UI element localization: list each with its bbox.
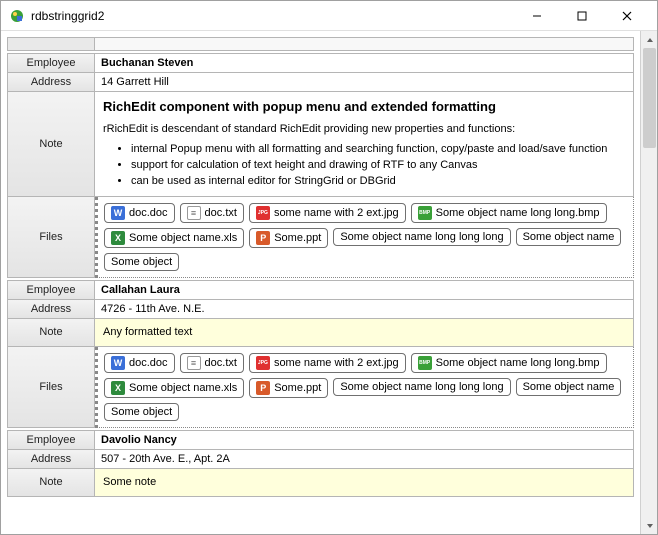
file-chip[interactable]: Some object name bbox=[516, 378, 622, 396]
file-name: Some object bbox=[111, 256, 172, 268]
file-name: Some object name long long.bmp bbox=[436, 357, 600, 369]
file-name: doc.txt bbox=[205, 357, 237, 369]
file-chip[interactable]: BMP Some object name long long.bmp bbox=[411, 203, 607, 223]
doc-file-icon: W bbox=[111, 206, 125, 220]
record: EmployeeCallahan LauraAddress4726 - 11th… bbox=[7, 280, 634, 428]
file-name: doc.txt bbox=[205, 207, 237, 219]
jpg-file-icon: JPG bbox=[256, 206, 270, 220]
file-chip[interactable]: X Some object name.xls bbox=[104, 378, 244, 398]
scroll-up-arrow[interactable] bbox=[641, 31, 657, 48]
vertical-scrollbar[interactable] bbox=[640, 31, 657, 534]
bmp-file-icon: BMP bbox=[418, 206, 432, 220]
file-chip[interactable]: JPG some name with 2 ext.jpg bbox=[249, 353, 406, 373]
record: EmployeeBuchanan StevenAddress14 Garrett… bbox=[7, 53, 634, 278]
file-chip[interactable]: Some object bbox=[104, 253, 179, 271]
txt-file-icon: ≡ bbox=[187, 356, 201, 370]
file-chip[interactable]: JPG some name with 2 ext.jpg bbox=[249, 203, 406, 223]
minimize-button[interactable] bbox=[514, 1, 559, 30]
file-chip[interactable]: Some object name long long long bbox=[333, 228, 510, 246]
xls-file-icon: X bbox=[111, 231, 125, 245]
note-paragraph: rRichEdit is descendant of standard Rich… bbox=[103, 122, 515, 137]
file-chip[interactable]: Wdoc.doc bbox=[104, 203, 175, 223]
maximize-button[interactable] bbox=[559, 1, 604, 30]
window-controls bbox=[514, 1, 649, 30]
file-chip[interactable]: P Some.ppt bbox=[249, 378, 328, 398]
file-chip[interactable]: ≡ doc.txt bbox=[180, 203, 244, 223]
address-value[interactable]: 507 - 20th Ave. E., Apt. 2A bbox=[95, 450, 634, 469]
file-name: Some object name long long.bmp bbox=[436, 207, 600, 219]
ppt-file-icon: P bbox=[256, 231, 270, 245]
files-label: Files bbox=[7, 197, 95, 278]
file-name: Some object name.xls bbox=[129, 232, 237, 244]
file-name: doc.doc bbox=[129, 357, 168, 369]
address-value[interactable]: 4726 - 11th Ave. N.E. bbox=[95, 300, 634, 319]
file-name: Some object name long long long bbox=[340, 231, 503, 243]
file-chip[interactable]: P Some.ppt bbox=[249, 228, 328, 248]
spacer-label bbox=[7, 37, 95, 51]
file-name: doc.doc bbox=[129, 207, 168, 219]
file-name: some name with 2 ext.jpg bbox=[274, 207, 399, 219]
client-area: EmployeeBuchanan StevenAddress14 Garrett… bbox=[1, 31, 657, 534]
employee-value[interactable]: Davolio Nancy bbox=[95, 430, 634, 450]
file-name: Some object name bbox=[523, 231, 615, 243]
note-text: Some note bbox=[103, 475, 156, 490]
txt-file-icon: ≡ bbox=[187, 206, 201, 220]
file-name: Some object bbox=[111, 406, 172, 418]
xls-file-icon: X bbox=[111, 381, 125, 395]
doc-file-icon: W bbox=[111, 356, 125, 370]
file-chip[interactable]: ≡ doc.txt bbox=[180, 353, 244, 373]
address-label: Address bbox=[7, 73, 95, 92]
note-bullet: support for calculation of text height a… bbox=[131, 158, 607, 173]
jpg-file-icon: JPG bbox=[256, 356, 270, 370]
file-name: Some object name bbox=[523, 381, 615, 393]
record: EmployeeDavolio NancyAddress507 - 20th A… bbox=[7, 430, 634, 497]
note-label: Note bbox=[7, 319, 95, 347]
scroll-thumb[interactable] bbox=[643, 48, 656, 148]
close-button[interactable] bbox=[604, 1, 649, 30]
file-name: Some.ppt bbox=[274, 232, 321, 244]
note-text: Any formatted text bbox=[103, 325, 192, 340]
employee-label: Employee bbox=[7, 280, 95, 300]
grid-content: EmployeeBuchanan StevenAddress14 Garrett… bbox=[1, 31, 640, 534]
file-chip[interactable]: Some object name bbox=[516, 228, 622, 246]
note-label: Note bbox=[7, 469, 95, 497]
ppt-file-icon: P bbox=[256, 381, 270, 395]
app-window: rdbstringgrid2 EmployeeBuchanan StevenAd… bbox=[0, 0, 658, 535]
employee-label: Employee bbox=[7, 430, 95, 450]
address-label: Address bbox=[7, 300, 95, 319]
file-name: Some object name.xls bbox=[129, 382, 237, 394]
scroll-down-arrow[interactable] bbox=[641, 517, 657, 534]
address-value[interactable]: 14 Garrett Hill bbox=[95, 73, 634, 92]
files-value[interactable]: Wdoc.doc ≡ doc.txt JPG some name with 2 ext.… bbox=[95, 347, 634, 428]
note-value[interactable]: Any formatted text bbox=[95, 319, 634, 347]
file-chip[interactable]: Some object name long long long bbox=[333, 378, 510, 396]
window-title: rdbstringgrid2 bbox=[31, 9, 514, 23]
note-value[interactable]: Some note bbox=[95, 469, 634, 497]
files-value[interactable]: Wdoc.doc ≡ doc.txt JPG some name with 2 ext.… bbox=[95, 197, 634, 278]
file-name: some name with 2 ext.jpg bbox=[274, 357, 399, 369]
employee-label: Employee bbox=[7, 53, 95, 73]
file-chip[interactable]: Wdoc.doc bbox=[104, 353, 175, 373]
file-chip[interactable]: Some object bbox=[104, 403, 179, 421]
bmp-file-icon: BMP bbox=[418, 356, 432, 370]
spacer-value bbox=[95, 37, 634, 51]
note-title: RichEdit component with popup menu and e… bbox=[103, 98, 496, 116]
titlebar: rdbstringgrid2 bbox=[1, 1, 657, 31]
file-chip[interactable]: BMP Some object name long long.bmp bbox=[411, 353, 607, 373]
employee-value[interactable]: Callahan Laura bbox=[95, 280, 634, 300]
note-value[interactable]: RichEdit component with popup menu and e… bbox=[95, 92, 634, 197]
note-bullet: can be used as internal editor for Strin… bbox=[131, 174, 607, 189]
file-name: Some object name long long long bbox=[340, 381, 503, 393]
note-bullet-list: internal Popup menu with all formatting … bbox=[103, 142, 607, 190]
address-label: Address bbox=[7, 450, 95, 469]
note-bullet: internal Popup menu with all formatting … bbox=[131, 142, 607, 157]
note-label: Note bbox=[7, 92, 95, 197]
file-name: Some.ppt bbox=[274, 382, 321, 394]
file-chip[interactable]: X Some object name.xls bbox=[104, 228, 244, 248]
app-icon bbox=[9, 8, 25, 24]
files-label: Files bbox=[7, 347, 95, 428]
employee-value[interactable]: Buchanan Steven bbox=[95, 53, 634, 73]
